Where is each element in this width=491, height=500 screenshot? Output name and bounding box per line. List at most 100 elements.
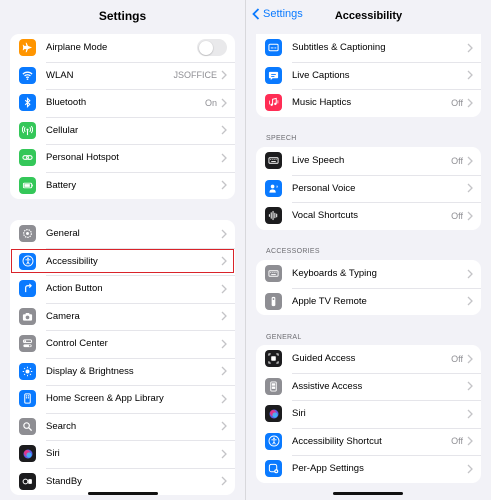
row-label: Cellular — [46, 124, 79, 136]
chevron-right-icon — [467, 211, 473, 221]
accessibility-row-music-haptics[interactable]: Music Haptics Off — [256, 89, 481, 117]
sun-icon — [19, 362, 36, 380]
settings-row-control-center[interactable]: Control Center — [10, 330, 235, 358]
accessibility-row-siri[interactable]: Siri — [256, 400, 481, 428]
bluetooth-icon — [19, 94, 36, 112]
chevron-right-icon — [221, 421, 227, 431]
chevron-left-icon — [252, 8, 260, 20]
gear-icon — [19, 225, 36, 243]
accessibility-row-subtitles[interactable]: Subtitles & Captioning — [256, 34, 481, 62]
settings-row-display-brightness[interactable]: Display & Brightness — [10, 357, 235, 386]
person-voice-icon — [265, 179, 282, 197]
row-label: Accessibility — [46, 255, 98, 267]
subtitles-icon — [265, 39, 282, 57]
search-icon — [19, 417, 36, 435]
back-label: Settings — [263, 8, 303, 20]
siri-icon — [265, 405, 282, 423]
row-label: Vocal Shortcuts — [292, 210, 359, 222]
row-label: Bluetooth — [46, 97, 87, 109]
general-group: Guided Access Off Assistive Access Siri — [256, 345, 481, 483]
accessibility-row-guided-access[interactable]: Guided Access Off — [256, 345, 481, 373]
accessibility-row-shortcut[interactable]: Accessibility Shortcut Off — [256, 427, 481, 456]
row-label: Live Speech — [292, 155, 345, 167]
row-label: Accessibility Shortcut — [292, 435, 382, 447]
back-button[interactable]: Settings — [252, 8, 303, 20]
toggle-knob — [198, 40, 213, 55]
settings-row-bluetooth[interactable]: Bluetooth On — [10, 89, 235, 117]
accessibility-row-live-captions[interactable]: Live Captions — [256, 61, 481, 90]
page-title: Accessibility — [334, 10, 403, 22]
airplane-mode-toggle[interactable] — [197, 39, 227, 57]
waveform-icon — [265, 207, 282, 225]
settings-row-home-screen[interactable]: Home Screen & App Library — [10, 385, 235, 413]
settings-row-search[interactable]: Search — [10, 412, 235, 441]
accessibility-row-live-speech[interactable]: Live Speech Off — [256, 147, 481, 175]
chevron-right-icon — [221, 366, 227, 376]
keyboard-speech-icon — [265, 152, 282, 170]
chevron-right-icon — [467, 183, 473, 193]
speech-group: Live Speech Off Personal Voice Vocal Sho… — [256, 147, 481, 230]
settings-row-accessibility[interactable]: Accessibility — [10, 247, 235, 276]
row-value: JSOFFICE — [173, 70, 217, 81]
settings-row-camera[interactable]: Camera — [10, 302, 235, 331]
settings-row-siri[interactable]: Siri — [10, 440, 235, 468]
settings-row-battery[interactable]: Battery — [10, 171, 235, 200]
row-value: On — [204, 97, 217, 108]
row-value: Off — [451, 353, 463, 364]
chevron-right-icon — [467, 409, 473, 419]
row-label: Music Haptics — [292, 97, 352, 109]
chevron-right-icon — [467, 43, 473, 53]
remote-icon — [265, 292, 282, 310]
row-label: StandBy — [46, 475, 82, 487]
accessibility-row-per-app-settings[interactable]: Per-App Settings — [256, 455, 481, 483]
row-label: Keyboards & Typing — [292, 268, 377, 280]
row-label: Search — [46, 420, 77, 432]
per-app-icon — [265, 460, 282, 478]
page-title: Settings — [98, 9, 147, 23]
settings-row-wlan[interactable]: WLAN JSOFFICE — [10, 61, 235, 90]
row-label: Personal Voice — [292, 182, 356, 194]
airplane-icon — [19, 39, 36, 57]
guided-access-icon — [265, 350, 282, 368]
chevron-right-icon — [221, 449, 227, 459]
accessibility-row-personal-voice[interactable]: Personal Voice — [256, 174, 481, 203]
chevron-right-icon — [467, 381, 473, 391]
row-value: Off — [451, 97, 463, 108]
chevron-right-icon — [221, 256, 227, 266]
chevron-right-icon — [221, 339, 227, 349]
chevron-right-icon — [467, 464, 473, 474]
accessibility-pane: Settings Accessibility Subtitles & Capti… — [246, 0, 491, 500]
accessibility-row-keyboards[interactable]: Keyboards & Typing — [256, 260, 481, 288]
row-label: Personal Hotspot — [46, 152, 119, 164]
row-label: Action Button — [46, 283, 103, 295]
home-indicator — [88, 492, 158, 495]
accessibility-icon — [19, 252, 36, 270]
accessibility-nav-bar: Settings Accessibility — [246, 0, 491, 32]
accessibility-row-vocal-shortcuts[interactable]: Vocal Shortcuts Off — [256, 202, 481, 230]
chevron-right-icon — [221, 476, 227, 486]
settings-row-action-button[interactable]: Action Button — [10, 275, 235, 303]
split-screen: Settings Airplane Mode WLAN JSOFFICE Blu… — [0, 0, 491, 500]
accessibility-row-assistive-access[interactable]: Assistive Access — [256, 372, 481, 401]
row-label: Battery — [46, 179, 77, 191]
chevron-right-icon — [467, 436, 473, 446]
accessibility-row-apple-tv-remote[interactable]: Apple TV Remote — [256, 287, 481, 316]
settings-nav-bar: Settings — [0, 0, 245, 32]
settings-row-cellular[interactable]: Cellular — [10, 116, 235, 145]
action-button-icon — [19, 280, 36, 298]
row-label: Control Center — [46, 338, 108, 350]
wifi-icon — [19, 66, 36, 84]
settings-row-personal-hotspot[interactable]: Personal Hotspot — [10, 144, 235, 172]
accessibility-icon — [265, 432, 282, 450]
row-label: Camera — [46, 310, 80, 322]
battery-icon — [19, 176, 36, 194]
row-label: Siri — [46, 448, 60, 460]
chevron-right-icon — [467, 354, 473, 364]
settings-pane: Settings Airplane Mode WLAN JSOFFICE Blu… — [0, 0, 245, 500]
settings-row-general[interactable]: General — [10, 220, 235, 248]
chevron-right-icon — [221, 284, 227, 294]
row-label: General — [46, 228, 80, 240]
settings-row-standby[interactable]: StandBy — [10, 467, 235, 496]
antenna-icon — [19, 121, 36, 139]
settings-row-airplane-mode[interactable]: Airplane Mode — [10, 34, 235, 62]
